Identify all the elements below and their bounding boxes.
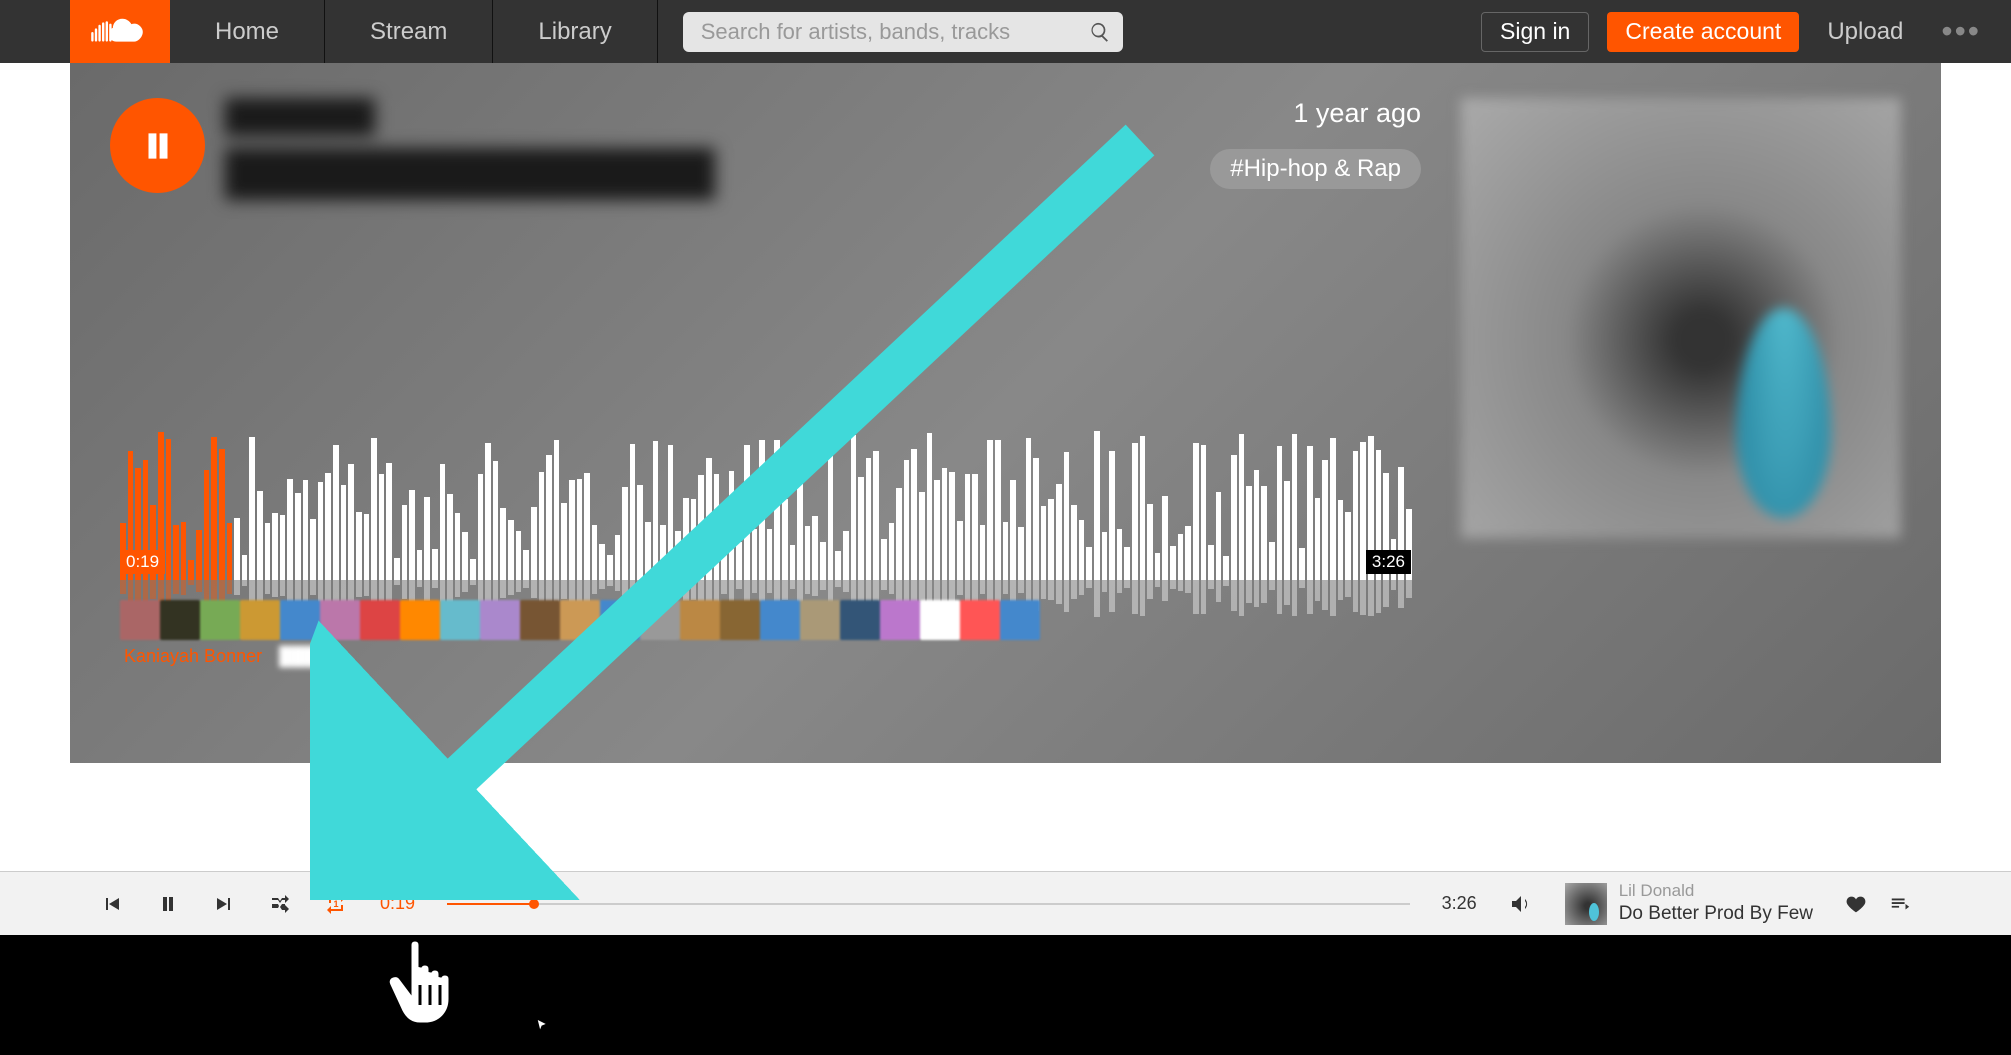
commenter-names: Kaniayah Bonner ████: [110, 640, 1421, 673]
waveform-area[interactable]: 0:19 3:26 Kaniayah Bonner ████: [110, 420, 1421, 673]
player-title[interactable]: Do Better Prod By Few: [1619, 902, 1813, 927]
cloud-icon: [90, 17, 150, 47]
nav-tab-home[interactable]: Home: [170, 0, 325, 63]
waveform-current-time: 0:19: [120, 550, 165, 574]
create-account-button[interactable]: Create account: [1607, 12, 1799, 52]
upload-link[interactable]: Upload: [1817, 18, 1913, 46]
player-artist[interactable]: Lil Donald: [1619, 880, 1813, 902]
progress-bar[interactable]: [447, 903, 1410, 905]
waveform-total-time: 3:26: [1366, 550, 1411, 574]
like-button[interactable]: [1845, 893, 1867, 915]
nav-right: Sign in Create account Upload •••: [1481, 0, 2011, 63]
player-track-info[interactable]: Lil Donald Do Better Prod By Few: [1565, 880, 1813, 927]
shuffle-icon: [268, 892, 292, 916]
search-container: [683, 0, 1123, 63]
pause-icon: [139, 127, 177, 165]
search-input[interactable]: [683, 12, 1123, 52]
player-current-time: 0:19: [380, 893, 415, 914]
artist-label-blurred: [225, 98, 375, 136]
skip-next-icon: [212, 892, 236, 916]
repeat-one-button[interactable]: 1: [324, 892, 348, 916]
previous-button[interactable]: [100, 892, 124, 916]
signin-button[interactable]: Sign in: [1481, 12, 1589, 52]
heart-icon: [1845, 893, 1867, 915]
genre-tag[interactable]: #Hip-hop & Rap: [1210, 149, 1421, 189]
pause-icon: [156, 892, 180, 916]
volume-icon: [1509, 892, 1533, 916]
track-age: 1 year ago: [1293, 98, 1421, 129]
nav-tab-library[interactable]: Library: [493, 0, 657, 63]
nav-tab-stream[interactable]: Stream: [325, 0, 493, 63]
track-hero: 1 year ago #Hip-hop & Rap 0:19 3:26 Kani…: [70, 63, 1941, 763]
bottom-black-bar: [0, 935, 2011, 1055]
more-menu-icon[interactable]: •••: [1931, 13, 1991, 50]
next-button[interactable]: [212, 892, 236, 916]
player-bar: 1 0:19 3:26 Lil Donald Do Better Prod By…: [0, 871, 2011, 935]
player-total-time: 3:26: [1442, 893, 1477, 914]
album-art[interactable]: [1461, 98, 1901, 538]
svg-text:1: 1: [333, 899, 338, 909]
soundcloud-logo[interactable]: [70, 0, 170, 63]
search-icon[interactable]: [1089, 21, 1111, 43]
commenter-avatars[interactable]: [110, 600, 1421, 640]
commenter-name-1[interactable]: Kaniayah Bonner: [124, 646, 262, 666]
skip-previous-icon: [100, 892, 124, 916]
shuffle-button[interactable]: [268, 892, 292, 916]
commenter-name-2-blurred: ████: [279, 646, 330, 666]
playlist-icon: [1889, 893, 1911, 915]
track-title-blurred: [225, 148, 715, 200]
top-nav: Home Stream Library Sign in Create accou…: [0, 0, 2011, 63]
nav-tabs: Home Stream Library: [170, 0, 658, 63]
volume-button[interactable]: [1509, 892, 1533, 916]
queue-button[interactable]: [1889, 893, 1911, 915]
player-album-thumb: [1565, 883, 1607, 925]
play-pause-button[interactable]: [156, 892, 180, 916]
track-title-area: [225, 98, 715, 200]
repeat-one-icon: 1: [324, 892, 348, 916]
hero-pause-button[interactable]: [110, 98, 205, 193]
